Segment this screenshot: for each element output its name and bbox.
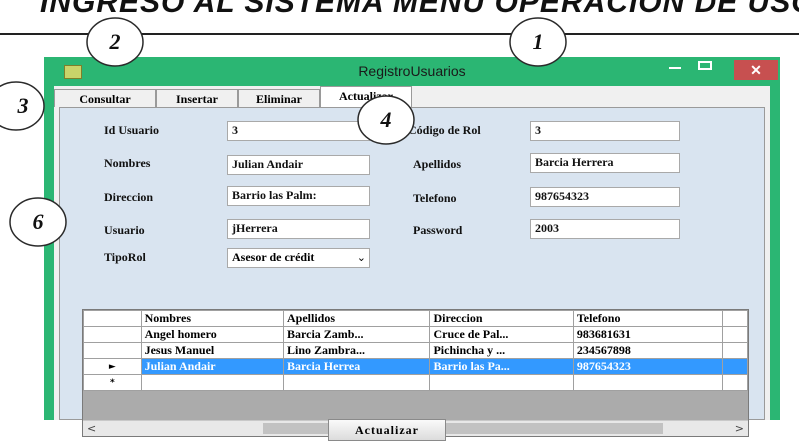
table-row[interactable]: Angel homero Barcia Zamb... Cruce de Pal… bbox=[83, 326, 748, 343]
codigo-rol-field[interactable]: 3 bbox=[530, 121, 680, 141]
scrollbar-thumb[interactable] bbox=[263, 423, 663, 434]
scroll-left-icon[interactable]: < bbox=[87, 421, 96, 436]
table-cell[interactable]: Pichincha y ... bbox=[429, 342, 574, 359]
tiporol-value: Asesor de crédit bbox=[232, 250, 315, 264]
row-marker[interactable]: * bbox=[83, 374, 142, 391]
direccion-label: Direccion bbox=[104, 190, 154, 204]
telefono-field[interactable]: 987654323 bbox=[530, 187, 680, 207]
nombres-label: Nombres bbox=[104, 156, 151, 170]
window-title: RegistroUsuarios bbox=[358, 63, 466, 79]
title-bar[interactable]: RegistroUsuarios ✕ bbox=[44, 57, 780, 86]
tab-insertar[interactable]: Insertar bbox=[156, 89, 238, 107]
table-cell[interactable] bbox=[140, 374, 285, 391]
tab-eliminar[interactable]: Eliminar bbox=[238, 89, 320, 107]
callout-2-number: 2 bbox=[109, 29, 121, 54]
table-cell[interactable]: Barrio las Pa... bbox=[429, 358, 574, 375]
callout-3-number: 3 bbox=[17, 93, 29, 118]
table-cell[interactable]: 983681631 bbox=[572, 326, 724, 343]
table-cell[interactable]: 234567898 bbox=[572, 342, 724, 359]
usuario-field[interactable]: jHerrera bbox=[227, 219, 370, 239]
grid-header-row: Nombres Apellidos Direccion Telefono bbox=[83, 310, 748, 327]
table-cell[interactable] bbox=[429, 374, 574, 391]
password-label: Password bbox=[413, 223, 463, 237]
callout-4-number: 4 bbox=[380, 107, 392, 132]
callout-4: 4 bbox=[356, 94, 416, 146]
table-cell[interactable] bbox=[283, 374, 431, 391]
codigo-rol-label: Código de Rol bbox=[408, 123, 481, 137]
table-row-selected[interactable]: ► Julian Andair Barcia Herrea Barrio las… bbox=[83, 358, 748, 375]
users-grid[interactable]: Nombres Apellidos Direccion Telefono Ang… bbox=[82, 309, 749, 437]
close-button[interactable]: ✕ bbox=[734, 60, 778, 80]
update-button[interactable]: Actualizar bbox=[328, 419, 446, 441]
callout-6-number: 6 bbox=[32, 209, 44, 234]
column-header-overflow bbox=[722, 310, 748, 327]
table-cell[interactable]: 987654323 bbox=[572, 358, 724, 375]
column-header[interactable]: Telefono bbox=[572, 310, 724, 327]
row-header-corner bbox=[83, 310, 142, 327]
usuario-label: Usuario bbox=[104, 223, 145, 237]
column-header[interactable]: Apellidos bbox=[283, 310, 431, 327]
scroll-right-icon[interactable]: > bbox=[735, 421, 744, 436]
table-cell[interactable]: Barcia Zamb... bbox=[283, 326, 431, 343]
table-cell[interactable]: Cruce de Pal... bbox=[429, 326, 574, 343]
table-cell-overflow[interactable] bbox=[722, 326, 748, 343]
column-header[interactable]: Direccion bbox=[429, 310, 574, 327]
password-field[interactable]: 2003 bbox=[530, 219, 680, 239]
telefono-label: Telefono bbox=[413, 191, 457, 205]
direccion-field[interactable]: Barrio las Palm: bbox=[227, 186, 370, 206]
apellidos-field[interactable]: Barcia Herrera bbox=[530, 153, 680, 173]
row-marker[interactable]: ► bbox=[83, 358, 142, 375]
table-cell[interactable]: Lino Zambra... bbox=[283, 342, 431, 359]
table-cell[interactable] bbox=[572, 374, 724, 391]
tab-consultar[interactable]: Consultar bbox=[54, 89, 156, 107]
users-table: Nombres Apellidos Direccion Telefono Ang… bbox=[83, 310, 748, 391]
id-usuario-label: Id Usuario bbox=[104, 123, 160, 137]
tiporol-label: TipoRol bbox=[104, 250, 146, 264]
callout-1-number: 1 bbox=[532, 29, 544, 54]
column-header[interactable]: Nombres bbox=[140, 310, 285, 327]
callout-1: 1 bbox=[508, 16, 568, 68]
table-row[interactable]: Jesus Manuel Lino Zambra... Pichincha y … bbox=[83, 342, 748, 359]
callout-6: 6 bbox=[8, 196, 68, 248]
document-heading: INGRESO AL SISTEMA MENÚ OPERACIÓN DE USO bbox=[40, 0, 799, 19]
table-cell[interactable]: Julian Andair bbox=[140, 358, 285, 375]
row-marker[interactable] bbox=[83, 326, 142, 343]
tiporol-select[interactable]: Asesor de crédit ⌄ bbox=[227, 248, 370, 268]
callout-3: 3 bbox=[0, 80, 46, 132]
table-row-new[interactable]: * bbox=[83, 374, 748, 391]
table-cell-overflow[interactable] bbox=[722, 374, 748, 391]
table-cell[interactable]: Jesus Manuel bbox=[140, 342, 285, 359]
table-cell[interactable]: Angel homero bbox=[140, 326, 285, 343]
callout-2: 2 bbox=[85, 16, 145, 68]
maximize-icon[interactable] bbox=[698, 61, 712, 70]
tab-page-actualizar: Id Usuario 3 Código de Rol 3 Nombres Jul… bbox=[59, 107, 765, 441]
chevron-down-icon[interactable]: ⌄ bbox=[357, 251, 366, 264]
minimize-icon[interactable] bbox=[669, 67, 681, 69]
apellidos-label: Apellidos bbox=[413, 157, 462, 171]
row-marker[interactable] bbox=[83, 342, 142, 359]
table-cell-overflow[interactable] bbox=[722, 342, 748, 359]
table-cell-overflow[interactable] bbox=[722, 358, 748, 375]
table-cell[interactable]: Barcia Herrea bbox=[283, 358, 431, 375]
id-usuario-field[interactable]: 3 bbox=[227, 121, 370, 141]
nombres-field[interactable]: Julian Andair bbox=[227, 155, 370, 175]
